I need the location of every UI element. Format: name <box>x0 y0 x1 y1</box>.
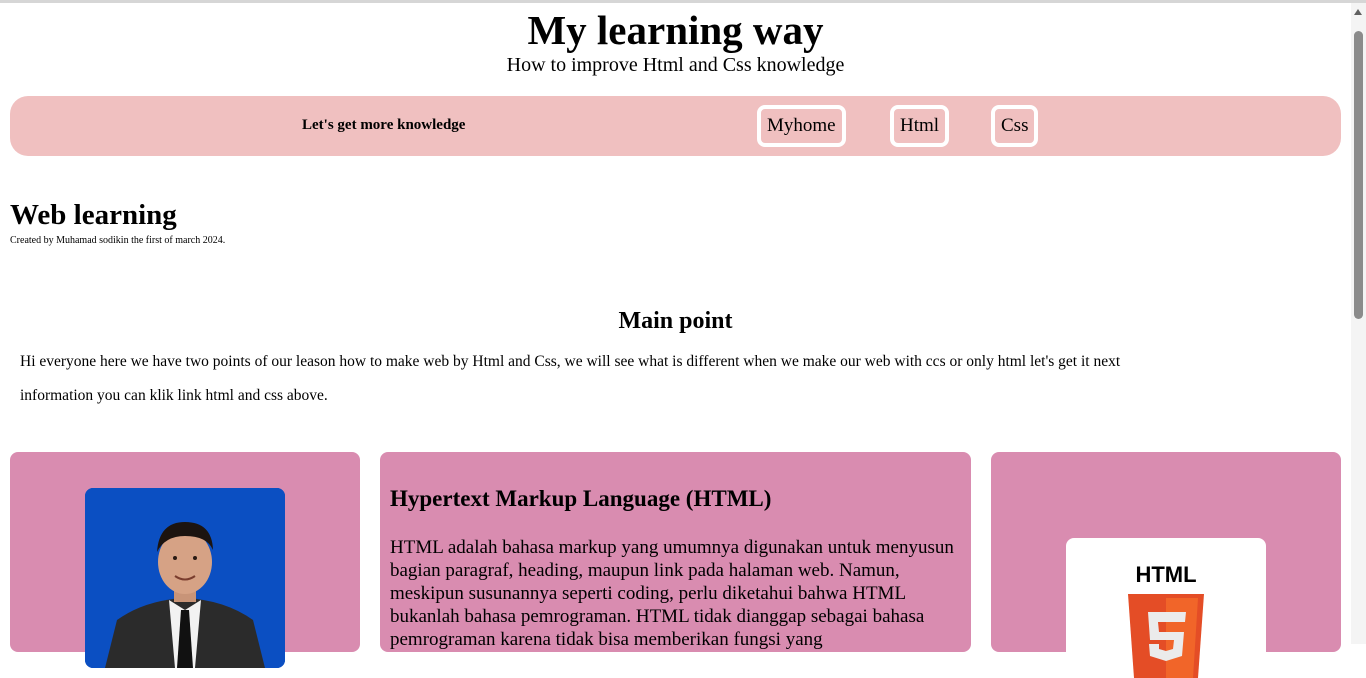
main-point-text: Hi everyone here we have two points of o… <box>20 353 1121 404</box>
navbar: Let's get more knowledge Myhome Html Css <box>10 96 1341 156</box>
main-point-heading: Main point <box>618 308 733 334</box>
nav-link-html[interactable]: Html <box>890 105 950 147</box>
html-card-title: Hypertext Markup Language (HTML) <box>390 486 772 511</box>
html-logo-box: HTML <box>1066 538 1266 678</box>
profile-card <box>10 452 360 668</box>
html-logo-label: HTML <box>1135 562 1197 587</box>
vertical-scrollbar[interactable] <box>1351 3 1366 644</box>
nav-link-css[interactable]: Css <box>991 105 1039 147</box>
section-title: Web learning <box>10 199 177 231</box>
site-subtitle: How to improve Html and Css knowledge <box>506 54 845 76</box>
nav-tagline: Let's get more knowledge <box>302 117 466 133</box>
scroll-up-arrow-icon[interactable] <box>1354 9 1362 15</box>
html5-shield-icon <box>1128 594 1204 678</box>
person-photo-icon <box>85 488 285 668</box>
html-logo-card: HTML <box>991 452 1341 678</box>
nav-link-myhome[interactable]: Myhome <box>757 105 846 147</box>
scroll-thumb[interactable] <box>1354 31 1363 319</box>
credit-text: Created by Muhamad sodikin the first of … <box>10 235 226 246</box>
site-title: My learning way <box>527 7 824 53</box>
page: My learning way How to improve Html and … <box>0 3 1351 678</box>
profile-photo <box>85 488 285 668</box>
html-card-text: HTML adalah bahasa markup yang umumnya d… <box>390 537 954 650</box>
html-info-card: Hypertext Markup Language (HTML) HTML ad… <box>380 452 971 652</box>
